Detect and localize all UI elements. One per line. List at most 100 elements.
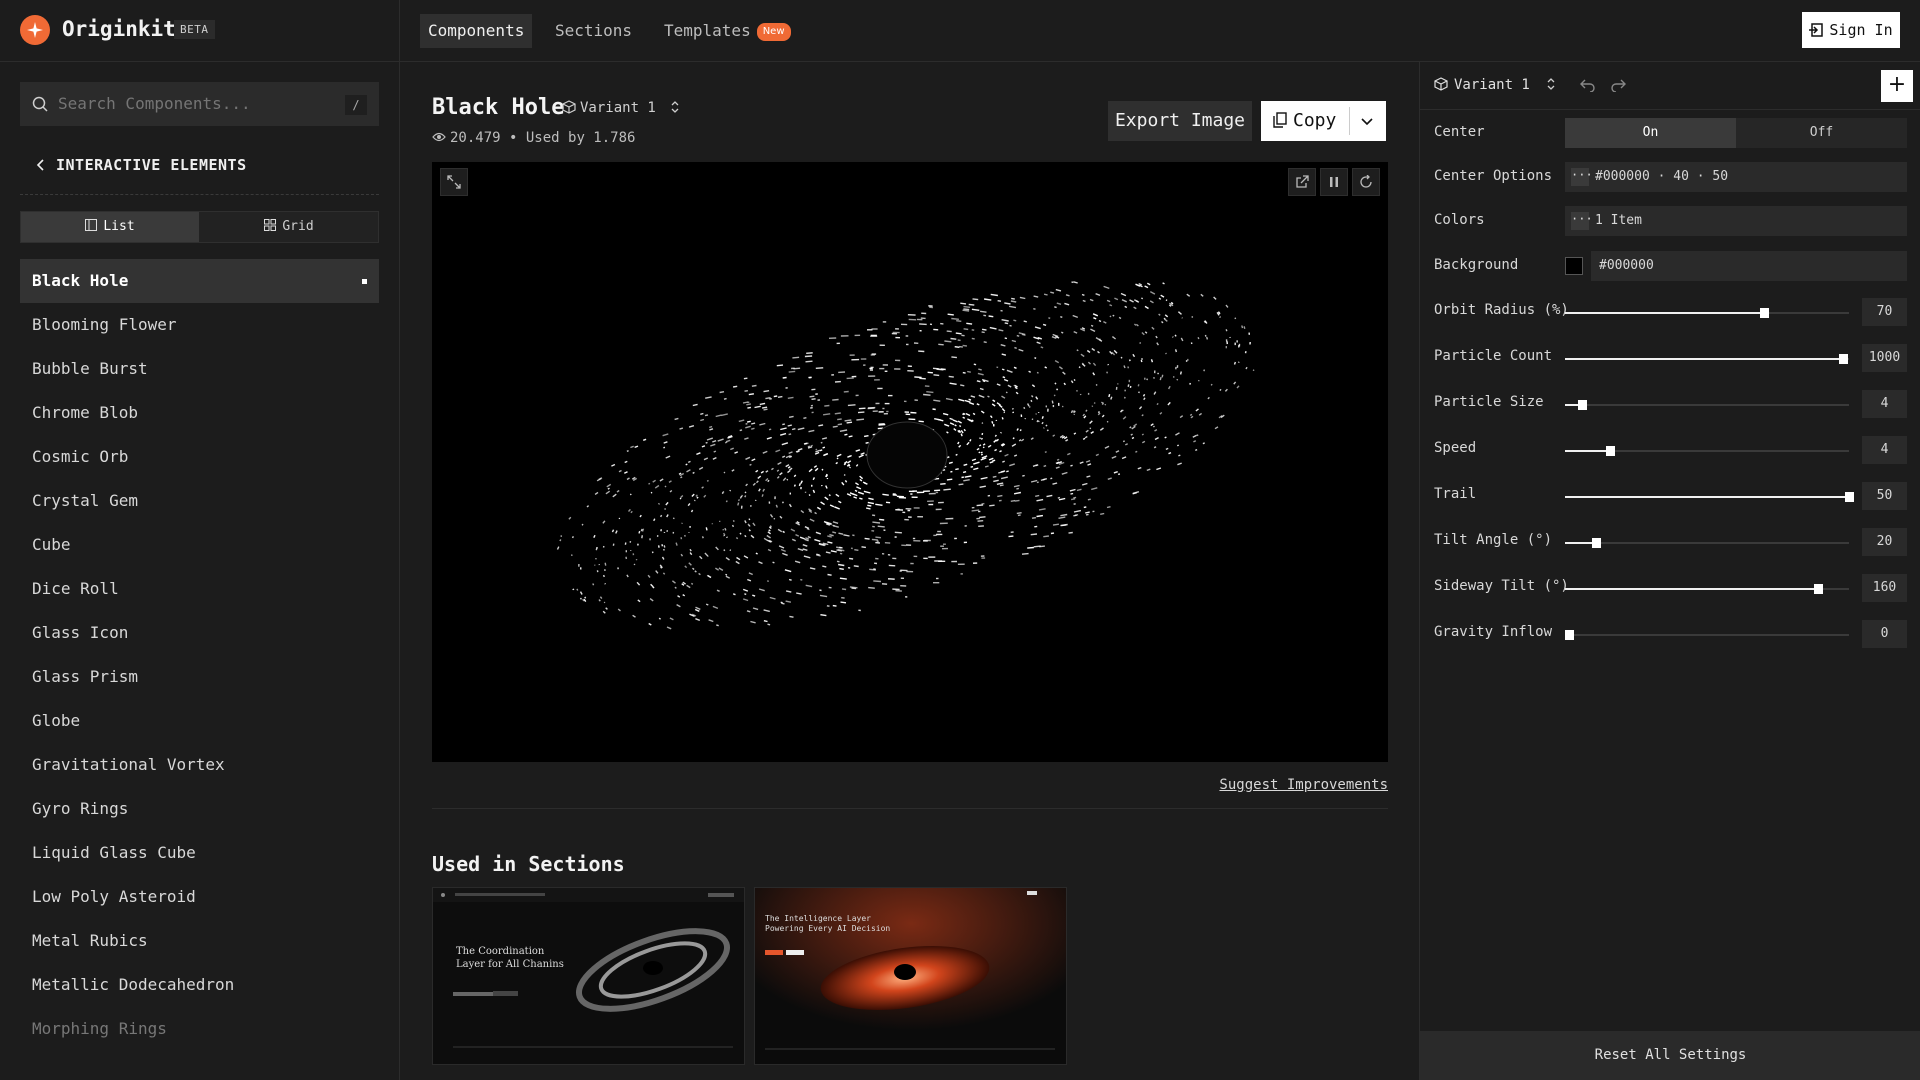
sign-in-button[interactable]: Sign In <box>1802 12 1900 48</box>
search-box[interactable]: / <box>20 82 379 126</box>
list-item[interactable]: Cube <box>20 523 379 567</box>
tab-sections[interactable]: Sections <box>547 14 640 48</box>
particle <box>756 480 759 484</box>
list-view-button[interactable]: List <box>21 212 199 242</box>
copy-dropdown-button[interactable] <box>1361 101 1373 141</box>
suggest-improvements-link[interactable]: Suggest Improvements <box>1219 777 1388 793</box>
slider-handle[interactable] <box>1578 400 1587 410</box>
list-item[interactable]: Blooming Flower <box>20 303 379 347</box>
slider-value-input[interactable]: 20 <box>1862 528 1907 556</box>
particle <box>761 406 768 409</box>
list-item[interactable]: Metallic Dodecahedron <box>20 963 379 1007</box>
particle <box>1013 366 1017 369</box>
grid-view-button[interactable]: Grid <box>200 212 378 242</box>
section-thumbnail[interactable]: The Coordination Layer for All Chanins <box>432 887 745 1065</box>
particle <box>814 451 820 455</box>
particle <box>1141 440 1146 444</box>
list-item[interactable]: Bubble Burst <box>20 347 379 391</box>
particle <box>808 494 811 496</box>
particle <box>980 410 985 414</box>
slider-handle[interactable] <box>1565 630 1574 640</box>
list-item[interactable]: Liquid Glass Cube <box>20 831 379 875</box>
slider-handle[interactable] <box>1814 584 1823 594</box>
particle <box>724 441 728 444</box>
slider-track[interactable] <box>1565 584 1849 594</box>
particle <box>1023 320 1027 323</box>
logo-icon[interactable] <box>20 15 50 45</box>
center-off-button[interactable]: Off <box>1736 118 1907 148</box>
brand-name[interactable]: Originkit <box>62 17 176 41</box>
particle <box>863 482 868 485</box>
list-item[interactable]: Black Hole <box>20 259 379 303</box>
particle <box>832 531 837 534</box>
search-input[interactable] <box>58 94 338 113</box>
variant-selector[interactable]: Variant 1 <box>1434 77 1556 93</box>
slider-value-input[interactable]: 1000 <box>1862 344 1907 372</box>
slider-value-input[interactable]: 70 <box>1862 298 1907 326</box>
slider-track[interactable] <box>1565 538 1849 548</box>
slider-value-input[interactable]: 160 <box>1862 574 1907 602</box>
slider-handle[interactable] <box>1760 308 1769 318</box>
particle <box>1036 371 1039 374</box>
undo-icon[interactable] <box>1580 78 1596 92</box>
particle <box>987 444 992 448</box>
slider-track[interactable] <box>1565 630 1849 640</box>
particle <box>919 377 926 380</box>
list-item[interactable]: Chrome Blob <box>20 391 379 435</box>
tab-templates[interactable]: Templates New <box>656 14 799 48</box>
particle <box>698 466 704 471</box>
slider-handle[interactable] <box>1839 354 1848 364</box>
particle <box>863 435 869 438</box>
list-item[interactable]: Gyro Rings <box>20 787 379 831</box>
particle <box>739 532 742 535</box>
particle <box>1001 395 1006 399</box>
list-item[interactable]: Crystal Gem <box>20 479 379 523</box>
center-on-button[interactable]: On <box>1565 118 1736 148</box>
particle <box>679 497 682 500</box>
particle <box>1109 315 1112 318</box>
slider-track[interactable] <box>1565 400 1849 410</box>
slider-handle[interactable] <box>1606 446 1615 456</box>
slider-handle[interactable] <box>1592 538 1601 548</box>
category-header[interactable]: INTERACTIVE ELEMENTS <box>20 153 379 195</box>
list-item[interactable]: Glass Icon <box>20 611 379 655</box>
particle <box>1016 334 1020 337</box>
slider-value-input[interactable]: 0 <box>1862 620 1907 648</box>
slider-value-input[interactable]: 4 <box>1862 390 1907 418</box>
chevron-left-icon[interactable] <box>36 159 46 171</box>
center-options-field[interactable]: ··· #000000 · 40 · 50 <box>1565 162 1907 192</box>
export-image-button[interactable]: Export Image <box>1108 101 1252 141</box>
tab-components[interactable]: Components <box>420 14 533 48</box>
background-swatch[interactable] <box>1565 257 1583 275</box>
list-item[interactable]: Metal Rubics <box>20 919 379 963</box>
list-item[interactable]: Low Poly Asteroid <box>20 875 379 919</box>
list-item[interactable]: Cosmic Orb <box>20 435 379 479</box>
particle <box>1252 369 1255 372</box>
add-variant-button[interactable]: + <box>1881 70 1913 102</box>
section-thumbnail[interactable]: The Intelligence Layer Powering Every AI … <box>754 887 1067 1065</box>
particle <box>1167 385 1171 390</box>
sign-in-icon <box>1809 23 1824 37</box>
particle <box>998 404 1003 408</box>
colors-field[interactable]: ··· 1 Item <box>1565 206 1907 236</box>
slider-track[interactable] <box>1565 492 1854 502</box>
slider-track[interactable] <box>1565 308 1849 318</box>
particle <box>802 548 808 551</box>
particle <box>777 395 783 398</box>
slider-track[interactable] <box>1565 446 1849 456</box>
list-item[interactable]: Dice Roll <box>20 567 379 611</box>
slider-handle[interactable] <box>1845 492 1854 502</box>
slider-track[interactable] <box>1565 354 1849 364</box>
slider-value-input[interactable]: 50 <box>1862 482 1907 510</box>
component-preview[interactable] <box>432 162 1388 762</box>
list-item[interactable]: Morphing Rings <box>20 1007 379 1051</box>
copy-button[interactable]: Copy <box>1261 101 1386 141</box>
background-field[interactable]: #000000 <box>1591 251 1907 281</box>
list-item[interactable]: Gravitational Vortex <box>20 743 379 787</box>
redo-icon[interactable] <box>1610 78 1626 92</box>
slider-value-input[interactable]: 4 <box>1862 436 1907 464</box>
variant-selector[interactable]: Variant 1 <box>562 100 680 116</box>
reset-all-settings-button[interactable]: Reset All Settings <box>1420 1031 1920 1080</box>
list-item[interactable]: Globe <box>20 699 379 743</box>
list-item[interactable]: Glass Prism <box>20 655 379 699</box>
